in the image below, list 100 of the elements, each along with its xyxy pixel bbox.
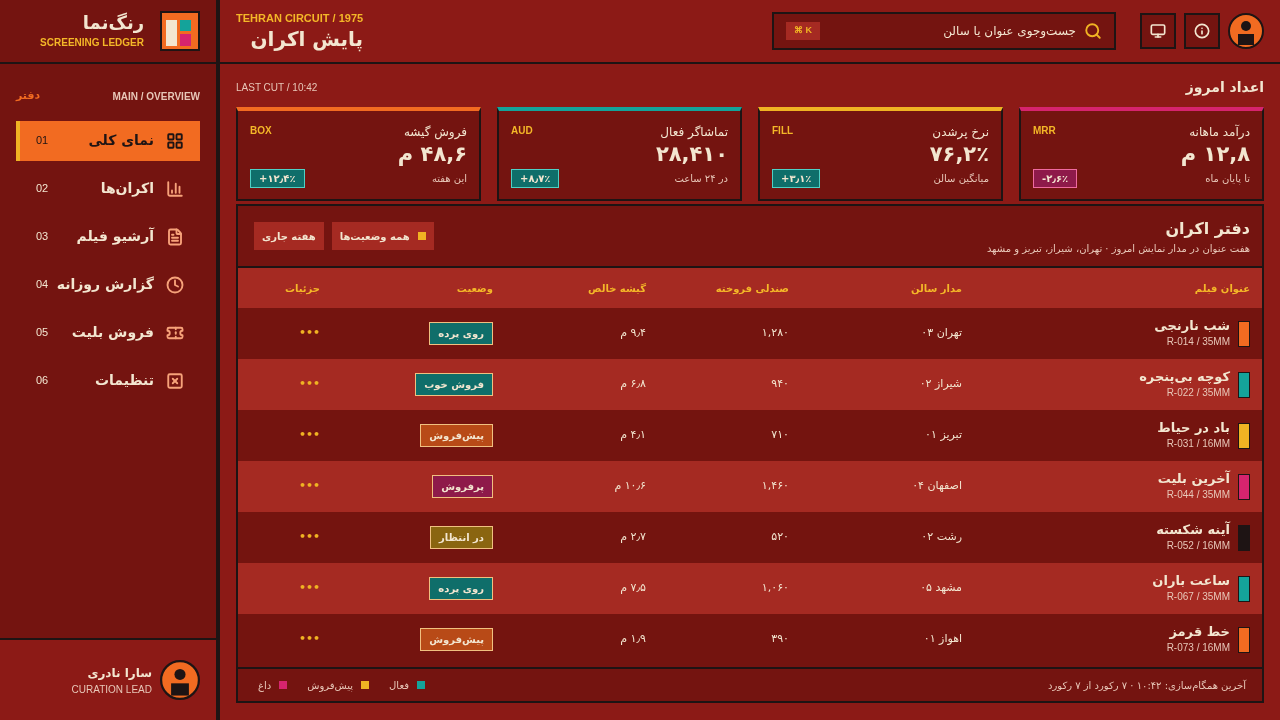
delta-badge: +۸٫۷٪: [511, 169, 560, 189]
kpi-caption: این هفته: [431, 172, 467, 187]
last-cut: LAST CUT / 10:42: [236, 80, 318, 95]
section-tag: دفتر: [16, 88, 41, 105]
clock-icon: [166, 275, 184, 294]
header-eyebrow: TEHRAN CIRCUIT / 1975: [236, 11, 364, 27]
kpi-title: درآمد ماهانه: [1189, 123, 1250, 141]
kpi-title: تماشاگر فعال: [660, 124, 728, 141]
brand-subtitle: SCREENING LEDGER: [40, 35, 144, 50]
film-title: آخرین بلیت: [1157, 470, 1230, 488]
logo-icon: [160, 11, 200, 51]
kpi-value: ۴۸,۶ م: [396, 141, 467, 168]
delta-badge: +۳٫۱٪: [772, 169, 821, 189]
kpi-caption: در ۲۴ ساعت: [674, 172, 728, 187]
kpi-code: BOX: [250, 124, 272, 138]
sync-status: آخرین همگام‌سازی: ۱۰:۴۲ · ۷ رکورد از ۷ رکورد: [1047, 678, 1246, 693]
kpi-title: فروش گیشه: [403, 124, 467, 141]
kpi-code: FILL: [772, 124, 794, 138]
legend-label: داغ: [258, 678, 272, 693]
avatar-icon: [1228, 13, 1264, 49]
column-header: صندلی فروخته: [715, 281, 789, 296]
kpi-value: ۲۸,۴۱۰: [654, 141, 728, 168]
column-header: عنوان فیلم: [1194, 281, 1251, 296]
section-title: اعداد امروز: [1185, 77, 1264, 98]
gross-cell: ۴٫۱ م: [620, 427, 646, 444]
shortcut-hint: ⌘ K: [786, 22, 820, 40]
film-code: R-014 / 35MM: [1166, 335, 1230, 350]
film-title: ساعت باران: [1152, 572, 1230, 590]
search-icon: [1084, 22, 1102, 40]
user-name: سارا نادری: [87, 664, 152, 682]
seats-cell: ۱,۲۸۰: [761, 325, 789, 342]
column-header: گیشه خالص: [588, 281, 646, 296]
column-header: جزئیات: [284, 281, 320, 296]
kpi-caption: تا پایان ماه: [1205, 172, 1250, 187]
x-box-icon: [166, 371, 184, 390]
gross-cell: ۷٫۵ م: [620, 580, 646, 597]
ledger-subtitle: هفت عنوان در مدار نمایش امروز · تهران، شیراز، تبریز و مشهد: [986, 241, 1250, 256]
hall-cell: رشت ۰۲: [921, 529, 962, 546]
delta-badge: +۱۲٫۴٪: [250, 169, 305, 189]
kpi-title: نرخ پرشدن: [932, 124, 989, 141]
film-code: R-031 / 16MM: [1166, 437, 1230, 452]
more-button[interactable]: •••: [298, 580, 320, 597]
gross-cell: ۲٫۷ م: [620, 529, 646, 546]
column-header: وضعیت: [456, 281, 493, 296]
gross-cell: ۹٫۴ م: [620, 325, 646, 342]
more-button[interactable]: •••: [298, 631, 320, 648]
film-title: شب نارنجی: [1154, 317, 1230, 335]
gross-cell: ۶٫۸ م: [620, 376, 646, 393]
info-icon: [1194, 23, 1210, 39]
film-title: باد در حیاط: [1157, 419, 1230, 437]
film-title: خط قرمز: [1169, 623, 1230, 641]
seats-cell: ۷۱۰: [771, 427, 789, 444]
film-code: R-067 / 35MM: [1166, 590, 1230, 605]
gross-cell: ۱۰٫۶ م: [614, 478, 646, 495]
seats-cell: ۹۴۰: [771, 376, 789, 393]
kpi-value: ۱۲,۸ م: [1179, 141, 1250, 168]
bar-chart-icon: [166, 179, 184, 198]
search-field[interactable]: جست‌وجوی عنوان یا سالن: [828, 22, 1076, 40]
film-code: R-044 / 35MM: [1166, 488, 1230, 503]
status-badge: پرفروش: [432, 475, 493, 498]
user-role: CURATION LEAD: [71, 682, 152, 697]
seats-cell: ۱,۰۶۰: [761, 580, 789, 597]
legend-label: فعال: [389, 678, 409, 693]
document-icon: [166, 227, 184, 246]
seats-cell: ۵۲۰: [771, 529, 789, 546]
film-title: کوچه بی‌پنجره: [1139, 368, 1230, 386]
hall-cell: شیراز ۰۲: [919, 376, 962, 393]
delta-badge: -۲٫۶٪: [1033, 169, 1078, 189]
more-button[interactable]: •••: [298, 427, 320, 444]
hall-cell: تهران ۰۳: [921, 325, 962, 342]
hall-cell: اهواز ۰۱: [923, 631, 962, 648]
more-button[interactable]: •••: [298, 529, 320, 546]
brand-name: رنگ‌نما: [82, 12, 144, 35]
ledger-title: دفتر اکران: [1164, 217, 1250, 240]
seats-cell: ۱,۴۶۰: [761, 478, 789, 495]
kpi-code: AUD: [511, 124, 533, 138]
status-badge: پیش‌فروش: [420, 628, 493, 651]
avatar-icon: [160, 660, 200, 700]
film-code: R-022 / 35MM: [1166, 386, 1230, 401]
kpi-caption: میانگین سالن: [933, 172, 989, 187]
filter-button[interactable]: هفته جاری: [254, 222, 324, 250]
more-button[interactable]: •••: [298, 376, 320, 393]
monitor-button[interactable]: [1140, 13, 1176, 49]
more-button[interactable]: •••: [298, 478, 320, 495]
filter-button[interactable]: همه وضعیت‌ها: [331, 222, 434, 250]
film-code: R-073 / 16MM: [1166, 641, 1230, 656]
status-badge: فروش خوب: [415, 373, 493, 396]
more-button[interactable]: •••: [298, 325, 320, 342]
film-code: R-052 / 16MM: [1166, 539, 1230, 554]
status-badge: در انتظار: [430, 526, 493, 549]
status-square-icon: [417, 232, 426, 240]
status-badge: روی پرده: [429, 577, 493, 600]
legend-label: پیش‌فروش: [307, 678, 354, 693]
column-header: مدار سالن: [911, 281, 962, 296]
kpi-value: ۷۶,۲٪: [928, 141, 989, 168]
film-title: آینه شکسته: [1156, 521, 1230, 539]
kpi-code: MRR: [1033, 124, 1056, 138]
info-button[interactable]: [1184, 13, 1220, 49]
page-title: پایش اکران: [249, 26, 364, 52]
hall-cell: تبریز ۰۱: [925, 427, 962, 444]
